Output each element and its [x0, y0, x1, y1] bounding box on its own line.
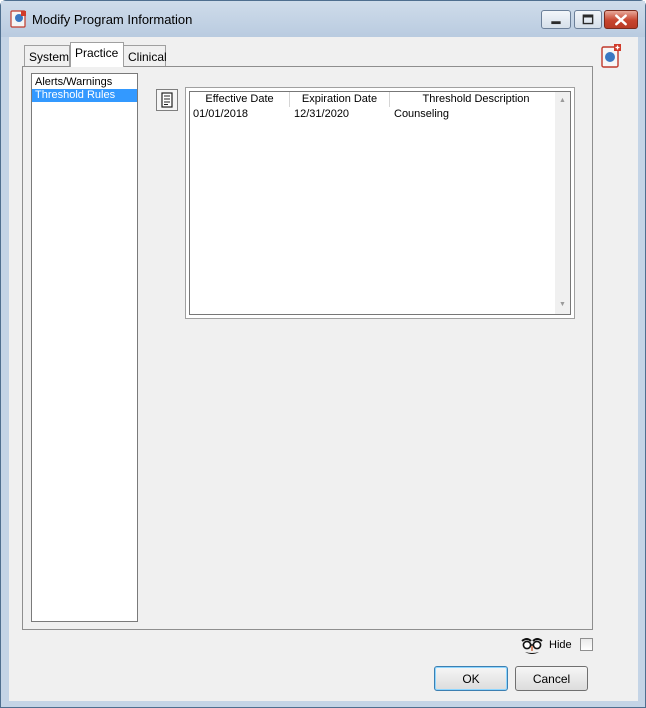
scroll-up-icon[interactable]: ▲ [559, 97, 566, 105]
threshold-grid-frame: Effective Date Expiration Date Threshold… [185, 87, 575, 319]
minimize-icon [551, 21, 561, 25]
cell-effective-date: 01/01/2018 [193, 108, 249, 120]
minimize-button[interactable] [541, 10, 571, 29]
tab-practice-label: Practice [75, 46, 119, 60]
category-list[interactable]: Alerts/Warnings Threshold Rules [31, 73, 138, 622]
grid-header: Effective Date Expiration Date Threshold… [190, 92, 557, 107]
list-item-alerts-warnings[interactable]: Alerts/Warnings [32, 76, 137, 89]
hide-label: Hide [549, 639, 572, 651]
list-item-threshold-rules[interactable]: Threshold Rules [32, 89, 137, 102]
window-title: Modify Program Information [32, 12, 193, 27]
maximize-button[interactable] [574, 10, 602, 29]
close-icon [615, 14, 627, 26]
column-header-threshold-description[interactable]: Threshold Description [390, 92, 562, 107]
program-info-icon [10, 10, 26, 28]
cancel-button[interactable]: Cancel [515, 666, 588, 691]
disguise-glasses-icon [521, 638, 543, 654]
ok-button[interactable]: OK [434, 666, 508, 691]
title-bar[interactable]: Modify Program Information [1, 1, 645, 37]
dialog-window: Modify Program Information System Practi… [0, 0, 646, 708]
help-book-icon[interactable] [599, 43, 623, 69]
dialog-body: System Practice Clinical Alerts/Warnings… [9, 37, 638, 701]
tab-clinical-label: Clinical [128, 50, 167, 64]
document-icon [161, 92, 173, 108]
threshold-grid[interactable]: Effective Date Expiration Date Threshold… [189, 91, 571, 315]
column-header-effective-date[interactable]: Effective Date [190, 92, 290, 107]
maximize-icon [582, 14, 594, 25]
vertical-scrollbar[interactable]: ▲ ▼ [555, 92, 570, 314]
close-button[interactable] [604, 10, 638, 29]
column-header-expiration-date[interactable]: Expiration Date [290, 92, 390, 107]
cell-threshold-description: Counseling [394, 108, 450, 120]
tab-system[interactable]: System [24, 45, 70, 67]
hide-checkbox[interactable] [580, 638, 593, 651]
tab-panel-practice: Alerts/Warnings Threshold Rules Effectiv… [22, 66, 593, 630]
tab-system-label: System [29, 50, 70, 64]
cell-expiration-date: 12/31/2020 [294, 108, 350, 120]
scroll-down-icon[interactable]: ▼ [559, 301, 566, 309]
tab-practice[interactable]: Practice [70, 42, 124, 67]
table-row[interactable]: 01/01/2018 12/31/2020 Counseling [190, 107, 557, 122]
tab-clinical[interactable]: Clinical [123, 45, 167, 67]
document-button[interactable] [156, 89, 178, 111]
